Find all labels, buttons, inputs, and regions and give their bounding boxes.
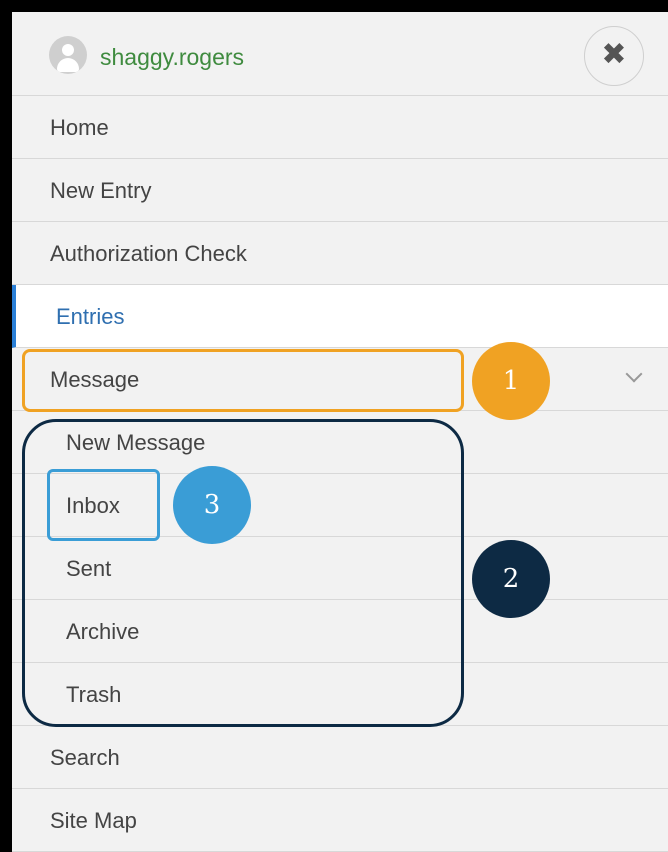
- nav-item-message[interactable]: Message: [12, 348, 668, 411]
- submenu-item-new-message[interactable]: New Message: [12, 411, 668, 474]
- chevron-down-icon: [625, 365, 643, 383]
- close-icon: ✖: [601, 38, 627, 71]
- nav-item-authorization-check[interactable]: Authorization Check: [12, 222, 668, 285]
- nav-item-new-entry[interactable]: New Entry: [12, 159, 668, 222]
- nav-item-site-map[interactable]: Site Map: [12, 789, 668, 852]
- nav-item-home[interactable]: Home: [12, 96, 668, 159]
- nav-menu: Home New Entry Authorization Check Entri…: [12, 96, 668, 852]
- username-link[interactable]: shaggy.rogers: [100, 42, 244, 72]
- submenu-item-inbox[interactable]: Inbox: [12, 474, 668, 537]
- menu-header: shaggy.rogers ✖: [12, 12, 668, 96]
- annotation-badge-3: 3: [173, 466, 251, 544]
- nav-item-search[interactable]: Search: [12, 726, 668, 789]
- submenu-item-sent[interactable]: Sent: [12, 537, 668, 600]
- annotation-badge-2: 2: [472, 540, 550, 618]
- user-avatar-icon: [49, 36, 87, 74]
- submenu-item-trash[interactable]: Trash: [12, 663, 668, 726]
- close-menu-button[interactable]: ✖: [584, 26, 644, 86]
- annotation-badge-1: 1: [472, 342, 550, 420]
- mobile-menu-panel: shaggy.rogers ✖ Home New Entry Authoriza…: [12, 12, 668, 852]
- nav-item-entries[interactable]: Entries: [12, 285, 668, 348]
- submenu-item-archive[interactable]: Archive: [12, 600, 668, 663]
